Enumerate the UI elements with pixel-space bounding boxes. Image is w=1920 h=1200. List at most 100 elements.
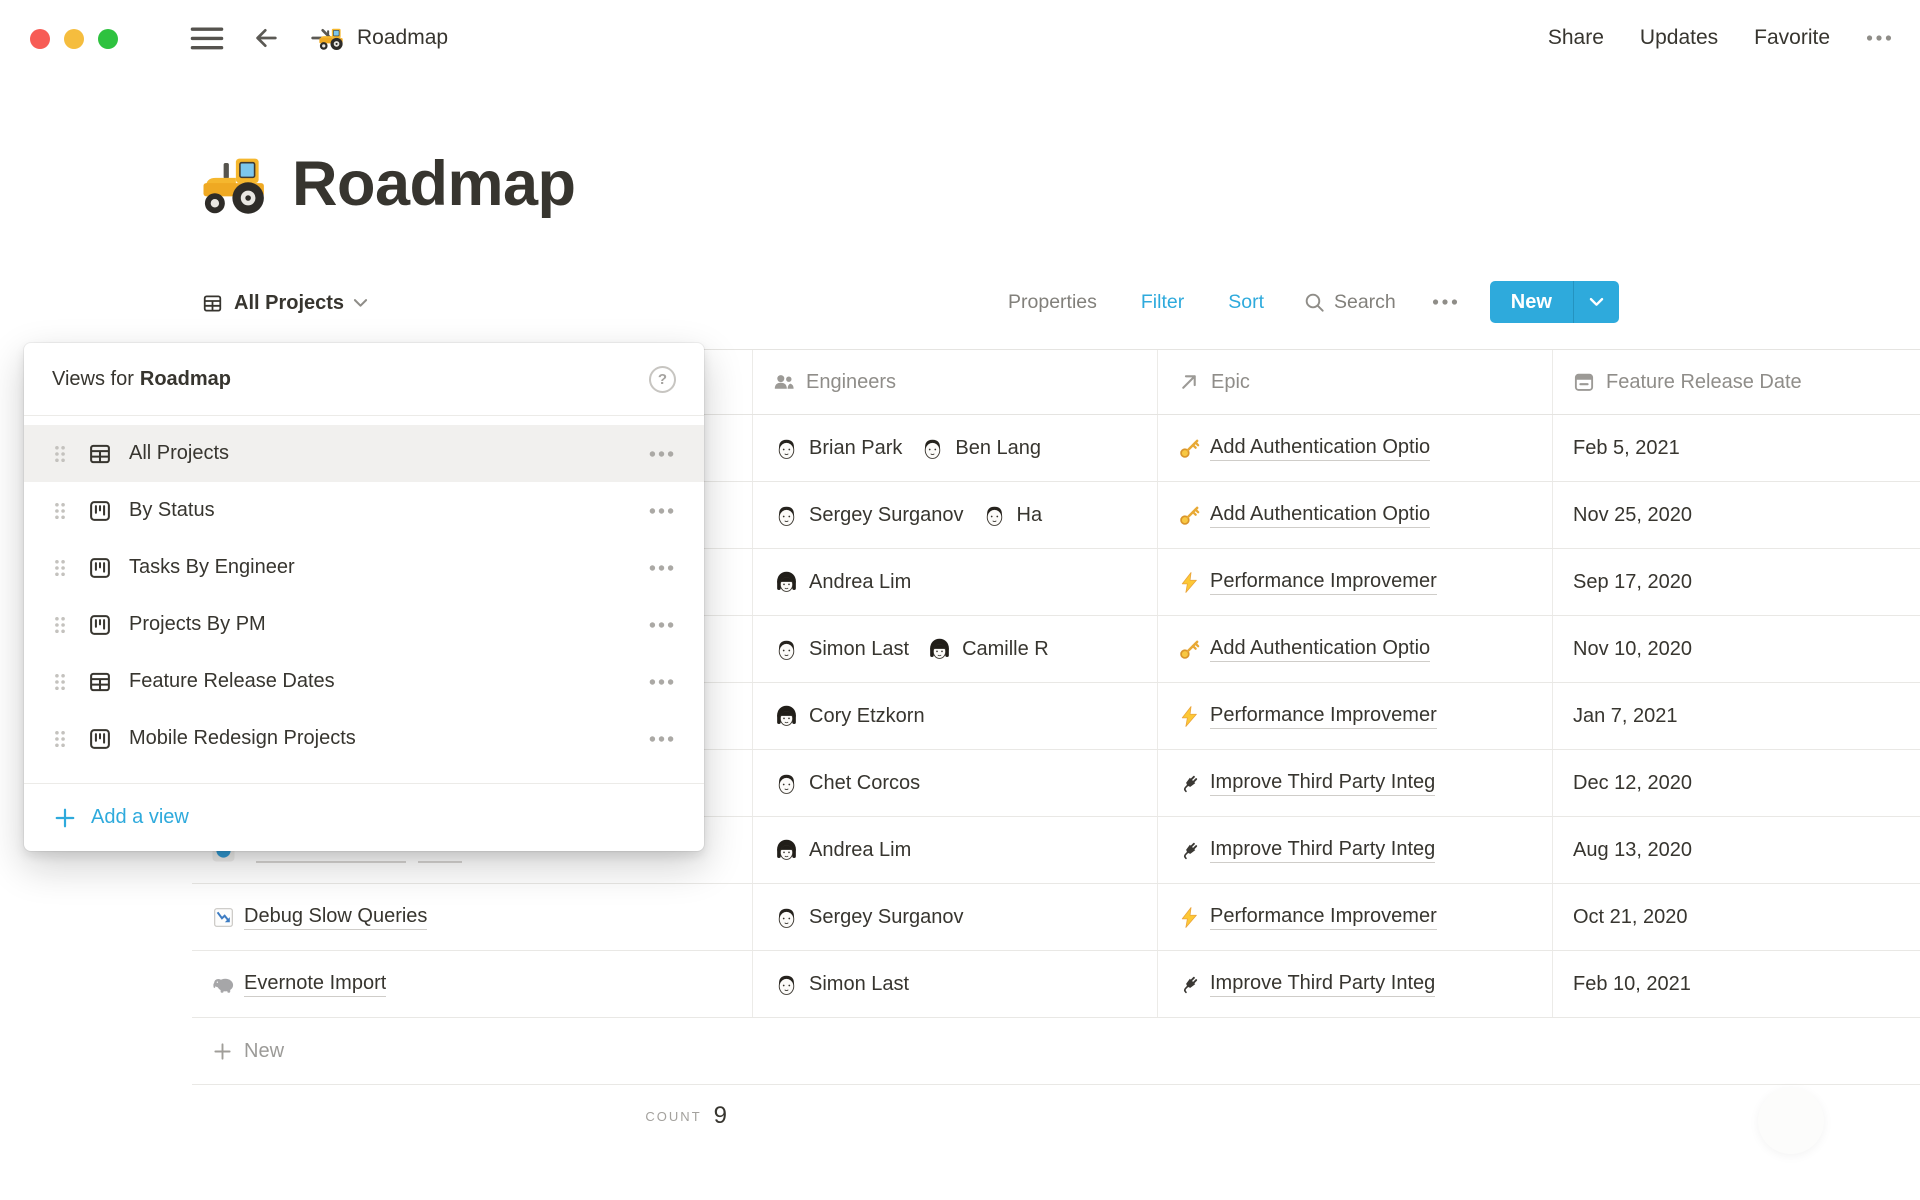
engineers-cell[interactable]: Chet Corcos [753, 750, 1158, 816]
epic-link[interactable]: Add Authentication Optio [1210, 436, 1430, 461]
engineer-chip[interactable]: Sergey Surganov [773, 904, 964, 931]
drag-handle-icon[interactable] [54, 502, 66, 520]
count-footer[interactable]: COUNT 9 [192, 1085, 753, 1147]
view-item[interactable]: Projects By PM [24, 596, 704, 653]
engineer-chip[interactable]: Ha [981, 502, 1043, 529]
epic-cell[interactable]: Performance Improvemer [1158, 884, 1553, 950]
date-cell[interactable]: Nov 10, 2020 [1553, 616, 1920, 682]
engineers-cell[interactable]: Andrea Lim [753, 549, 1158, 615]
engineer-chip[interactable]: Chet Corcos [773, 770, 920, 797]
engineers-cell[interactable]: Simon Last Camille R [753, 616, 1158, 682]
view-item-more-icon[interactable] [649, 450, 674, 458]
engineer-chip[interactable]: Sergey Surganov [773, 502, 964, 529]
new-button[interactable]: New [1490, 281, 1573, 323]
project-cell[interactable]: Evernote Import [192, 951, 753, 1017]
project-link[interactable]: Evernote Import [244, 972, 386, 997]
engineer-chip[interactable]: Ben Lang [919, 435, 1041, 462]
favorite-button[interactable]: Favorite [1754, 26, 1830, 50]
view-item[interactable]: By Status [24, 482, 704, 539]
view-selector[interactable]: All Projects [202, 280, 368, 326]
close-window-button[interactable] [30, 29, 50, 49]
view-item[interactable]: All Projects [24, 425, 704, 482]
date-cell[interactable]: Feb 5, 2021 [1553, 415, 1920, 481]
properties-button[interactable]: Properties [1008, 291, 1097, 314]
page-header[interactable]: Roadmap [200, 148, 576, 220]
engineers-cell[interactable]: Andrea Lim [753, 817, 1158, 883]
project-cell[interactable]: Debug Slow Queries [192, 884, 753, 950]
view-item[interactable]: Feature Release Dates [24, 653, 704, 710]
add-view-button[interactable]: Add a view [24, 783, 704, 851]
share-button[interactable]: Share [1548, 26, 1604, 50]
epic-cell[interactable]: Add Authentication Optio [1158, 415, 1553, 481]
epic-link[interactable]: Improve Third Party Integ [1210, 771, 1435, 796]
engineers-cell[interactable]: Sergey Surganov [753, 884, 1158, 950]
drag-handle-icon[interactable] [54, 673, 66, 691]
column-header-engineers[interactable]: Engineers [753, 350, 1158, 414]
drag-handle-icon[interactable] [54, 445, 66, 463]
engineers-cell[interactable]: Cory Etzkorn [753, 683, 1158, 749]
sidebar-toggle-icon[interactable] [190, 26, 224, 51]
engineer-chip[interactable]: Simon Last [773, 971, 909, 998]
date-cell[interactable]: Sep 17, 2020 [1553, 549, 1920, 615]
help-button[interactable] [1758, 1088, 1824, 1154]
date-cell[interactable]: Aug 13, 2020 [1553, 817, 1920, 883]
date-cell[interactable]: Jan 7, 2021 [1553, 683, 1920, 749]
drag-handle-icon[interactable] [54, 616, 66, 634]
column-header-epic[interactable]: Epic [1158, 350, 1553, 414]
engineers-cell[interactable]: Brian Park Ben Lang [753, 415, 1158, 481]
epic-link[interactable]: Improve Third Party Integ [1210, 838, 1435, 863]
engineers-cell[interactable]: Sergey Surganov Ha [753, 482, 1158, 548]
drag-handle-icon[interactable] [54, 559, 66, 577]
engineer-chip[interactable]: Cory Etzkorn [773, 703, 925, 730]
view-item-more-icon[interactable] [649, 507, 674, 515]
zoom-window-button[interactable] [98, 29, 118, 49]
breadcrumb[interactable]: Roadmap [318, 0, 448, 76]
back-icon[interactable] [252, 24, 280, 52]
date-cell[interactable]: Oct 21, 2020 [1553, 884, 1920, 950]
sort-button[interactable]: Sort [1228, 291, 1264, 314]
project-link[interactable]: Debug Slow Queries [244, 905, 427, 930]
drag-handle-icon[interactable] [54, 730, 66, 748]
date-cell[interactable]: Feb 10, 2021 [1553, 951, 1920, 1017]
epic-link[interactable]: Performance Improvemer [1210, 905, 1437, 930]
view-item[interactable]: Tasks By Engineer [24, 539, 704, 596]
epic-link[interactable]: Improve Third Party Integ [1210, 972, 1435, 997]
filter-button[interactable]: Filter [1141, 291, 1184, 314]
updates-button[interactable]: Updates [1640, 26, 1718, 50]
view-item-more-icon[interactable] [649, 621, 674, 629]
view-item-more-icon[interactable] [649, 678, 674, 686]
help-icon[interactable]: ? [649, 366, 676, 393]
epic-cell[interactable]: Add Authentication Optio [1158, 482, 1553, 548]
engineers-cell[interactable]: Simon Last [753, 951, 1158, 1017]
more-menu-icon[interactable] [1866, 34, 1892, 42]
epic-cell[interactable]: Improve Third Party Integ [1158, 817, 1553, 883]
view-item-more-icon[interactable] [649, 735, 674, 743]
engineer-chip[interactable]: Simon Last [773, 636, 909, 663]
page-icon-tractor[interactable] [200, 149, 270, 219]
view-item-more-icon[interactable] [649, 564, 674, 572]
epic-link[interactable]: Performance Improvemer [1210, 570, 1437, 595]
engineer-chip[interactable]: Andrea Lim [773, 837, 911, 864]
date-cell[interactable]: Dec 12, 2020 [1553, 750, 1920, 816]
view-options-icon[interactable] [1432, 298, 1458, 306]
epic-link[interactable]: Add Authentication Optio [1210, 503, 1430, 528]
engineer-chip[interactable]: Camille R [926, 636, 1049, 663]
search-button[interactable]: Search [1304, 291, 1396, 314]
engineer-chip[interactable]: Andrea Lim [773, 569, 911, 596]
new-row-button[interactable]: New [192, 1018, 1920, 1085]
minimize-window-button[interactable] [64, 29, 84, 49]
view-item[interactable]: Mobile Redesign Projects [24, 710, 704, 767]
engineer-chip[interactable]: Brian Park [773, 435, 902, 462]
epic-cell[interactable]: Improve Third Party Integ [1158, 951, 1553, 1017]
epic-cell[interactable]: Performance Improvemer [1158, 549, 1553, 615]
epic-link[interactable]: Performance Improvemer [1210, 704, 1437, 729]
date-cell[interactable]: Nov 25, 2020 [1553, 482, 1920, 548]
page-title[interactable]: Roadmap [292, 148, 576, 220]
epic-cell[interactable]: Improve Third Party Integ [1158, 750, 1553, 816]
new-dropdown-button[interactable] [1573, 281, 1619, 323]
epic-cell[interactable]: Add Authentication Optio [1158, 616, 1553, 682]
window-titlebar: Roadmap Share Updates Favorite [0, 0, 1920, 76]
epic-link[interactable]: Add Authentication Optio [1210, 637, 1430, 662]
column-header-date[interactable]: Feature Release Date [1553, 350, 1920, 414]
epic-cell[interactable]: Performance Improvemer [1158, 683, 1553, 749]
